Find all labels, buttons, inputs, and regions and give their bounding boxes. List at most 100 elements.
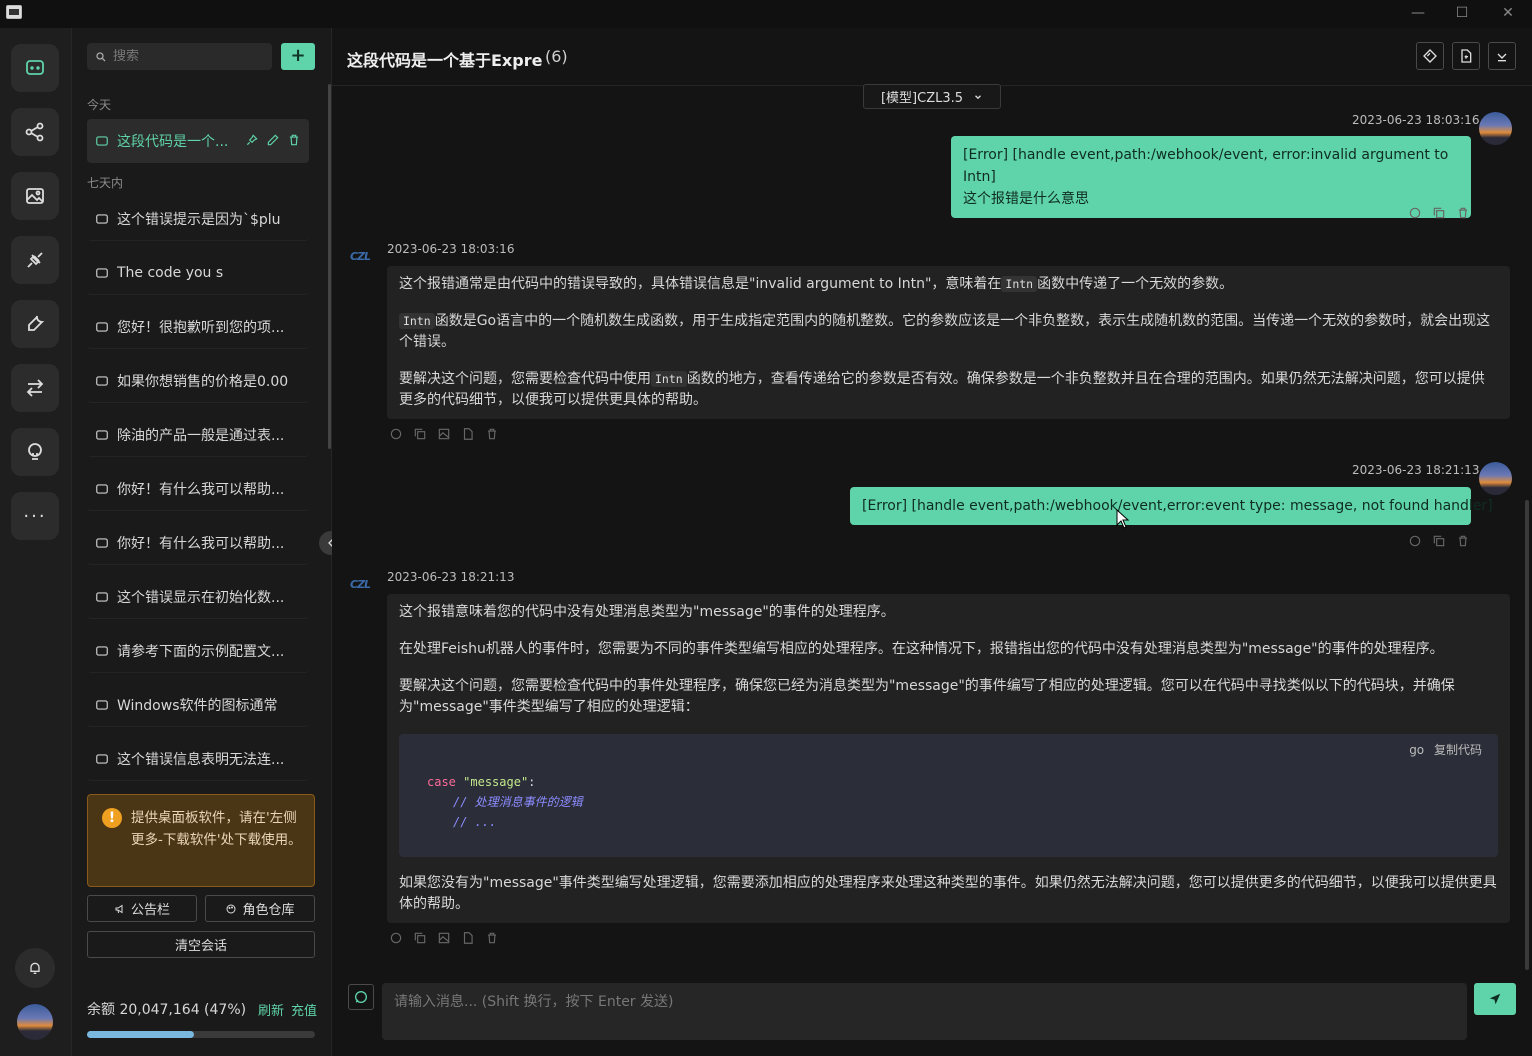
session-title: 您好！很抱歉听到您的项... — [117, 319, 285, 336]
new-chat-button[interactable]: + — [281, 43, 315, 70]
role-repo-label: 角色仓库 — [242, 903, 295, 918]
rail-plugin-button[interactable] — [11, 236, 59, 284]
session-item[interactable]: 这个错误显示在初始化数... — [87, 575, 309, 619]
user-message: [Error] [handle event,path:/webhook/even… — [951, 136, 1471, 218]
session-title: 这个错误显示在初始化数... — [117, 589, 285, 606]
regenerate-icon[interactable] — [1408, 206, 1422, 220]
delete-icon[interactable] — [1456, 534, 1470, 548]
regenerate-icon[interactable] — [1408, 534, 1422, 548]
delete-icon[interactable] — [485, 427, 499, 441]
user-avatar[interactable] — [17, 1004, 53, 1040]
image-icon — [26, 188, 44, 204]
recharge-link[interactable]: 充值 — [291, 1000, 317, 1019]
code-language: go — [1409, 743, 1425, 757]
search-input[interactable] — [113, 49, 263, 64]
markdown-icon[interactable] — [461, 931, 475, 945]
rail-notification-button[interactable] — [15, 948, 55, 988]
role-repo-button[interactable]: 角色仓库 — [205, 895, 315, 922]
session-sidebar: + 今天 这段代码是一个... 七天内 这个错误提示是因为`$plu The co… — [72, 28, 343, 1056]
session-item[interactable]: 您好！很抱歉听到您的项... — [87, 305, 309, 349]
notice-text: 提供桌面板软件，请在'左侧更多-下载软件'处下载使用。 — [131, 810, 302, 848]
clear-sessions-button[interactable]: 清空会话 — [87, 931, 315, 958]
model-select[interactable]: [模型]CZL3.5 — [863, 84, 1001, 109]
message-actions — [1408, 206, 1470, 220]
more-icon[interactable]: ··· — [11, 492, 59, 540]
code-block: go 复制代码 case "message": // 处理消息事件的逻辑 // … — [399, 734, 1498, 857]
code-keyword: case — [427, 775, 456, 789]
session-item[interactable]: 请参考下面的示例配置文... — [87, 629, 309, 673]
code-comment: // ... — [453, 815, 497, 829]
search-box[interactable] — [87, 43, 272, 70]
message-actions — [1408, 534, 1470, 548]
announcement-button[interactable]: 公告栏 — [87, 895, 197, 922]
export-button[interactable] — [1452, 42, 1480, 70]
code-line: case "message": — [427, 772, 535, 793]
rail-image-button[interactable] — [11, 172, 59, 220]
message-composer[interactable] — [382, 983, 1467, 1040]
session-item[interactable]: The code you s — [87, 251, 309, 295]
chat-icon — [96, 537, 108, 548]
rail-swap-button[interactable] — [11, 364, 59, 412]
chat-scrollbar[interactable] — [1525, 500, 1529, 970]
close-window-button[interactable]: ✕ — [1498, 4, 1518, 22]
rail-chat-button[interactable] — [11, 44, 59, 92]
refresh-link[interactable]: 刷新 — [258, 1000, 284, 1019]
copy-icon[interactable] — [413, 427, 427, 441]
bot-text: 如果您没有为"message"事件类型编写处理逻辑，您需要添加相应的处理程序来处… — [399, 875, 1497, 912]
bot-avatar: CZL — [350, 578, 371, 591]
copy-icon[interactable] — [1432, 534, 1446, 548]
sidebar-scrollbar[interactable] — [328, 84, 331, 449]
delete-icon[interactable] — [287, 133, 301, 147]
minimize-button[interactable]: — — [1408, 4, 1428, 22]
chat-icon — [96, 483, 108, 494]
regenerate-icon[interactable] — [389, 931, 403, 945]
session-item-active[interactable]: 这段代码是一个... — [87, 119, 309, 163]
prompt-button[interactable] — [1416, 42, 1444, 70]
user-message-text: 这个报错是什么意思 — [963, 191, 1089, 207]
message-actions — [389, 931, 499, 945]
session-item[interactable]: 这个错误提示是因为`$plu — [87, 197, 309, 241]
bot-text: 要解决这个问题，您需要检查代码中的事件处理程序，确保您已经为消息类型为"mess… — [399, 678, 1455, 715]
whatsapp-button[interactable] — [348, 984, 374, 1010]
session-item[interactable]: 除油的产品一般是通过表... — [87, 413, 309, 457]
session-item[interactable]: 如果你想销售的价格是0.00 — [87, 359, 309, 403]
edit-icon[interactable] — [266, 133, 280, 147]
chat-icon — [96, 267, 108, 278]
user-avatar — [1479, 112, 1512, 145]
document-icon — [1461, 49, 1472, 63]
chat-icon — [96, 591, 108, 602]
session-item[interactable]: 你好！有什么我可以帮助... — [87, 521, 309, 565]
regenerate-icon[interactable] — [389, 427, 403, 441]
copy-icon[interactable] — [1432, 206, 1446, 220]
image-export-icon[interactable] — [437, 931, 451, 945]
rail-idea-button[interactable] — [11, 428, 59, 476]
maximize-button[interactable]: ☐ — [1452, 4, 1472, 22]
session-item[interactable]: 你好！有什么我可以帮助... — [87, 467, 309, 511]
copy-code-button[interactable]: 复制代码 — [1434, 743, 1482, 757]
delete-icon[interactable] — [1456, 206, 1470, 220]
rail-tools-button[interactable] — [11, 300, 59, 348]
session-item[interactable]: Windows软件的图标通常 — [87, 683, 309, 727]
user-avatar — [1479, 462, 1512, 495]
markdown-icon[interactable] — [461, 427, 475, 441]
message-time: 2023-06-23 18:03:16 — [387, 242, 515, 256]
scroll-bottom-button[interactable] — [1488, 42, 1516, 70]
copy-icon[interactable] — [413, 931, 427, 945]
code-comment: // 处理消息事件的逻辑 — [453, 795, 583, 809]
pin-icon[interactable] — [245, 133, 259, 147]
message-input[interactable] — [382, 983, 1467, 1040]
search-icon — [96, 51, 106, 61]
send-button[interactable] — [1474, 983, 1516, 1015]
session-item[interactable]: 这个错误信息表明无法连... — [87, 737, 309, 781]
bulb-icon — [28, 443, 42, 460]
chat-icon — [96, 321, 108, 332]
bot-text: 在处理Feishu机器人的事件时，您需要为不同的事件类型编写相应的处理程序。在这… — [399, 641, 1444, 657]
chat-main: 这段代码是一个基于Expre (6) [模型]CZL3.5 2023-06-23… — [332, 28, 1532, 1056]
inline-code: Intn — [651, 371, 687, 387]
bot-avatar: CZL — [350, 250, 371, 263]
chat-icon — [96, 429, 108, 440]
delete-icon[interactable] — [485, 931, 499, 945]
wrench-icon — [28, 315, 45, 331]
image-export-icon[interactable] — [437, 427, 451, 441]
rail-share-button[interactable] — [11, 108, 59, 156]
